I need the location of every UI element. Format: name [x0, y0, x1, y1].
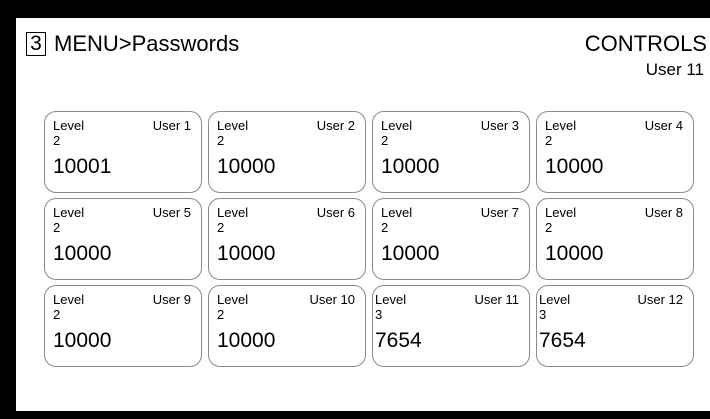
level-value: 2 [53, 220, 61, 235]
user-label: User 6 [316, 205, 355, 220]
user-password-grid: Level 2 User 1 10001 Level 2 User 2 1000… [44, 111, 694, 367]
user-label: User 2 [316, 118, 355, 133]
user-card-6[interactable]: Level 2 User 6 10000 [208, 198, 366, 280]
level-value: 2 [381, 220, 389, 235]
password-value: 7654 [539, 329, 586, 352]
level-value: 2 [217, 220, 225, 235]
user-card-9[interactable]: Level 2 User 9 10000 [44, 285, 202, 367]
controls-label: CONTROLS [584, 31, 707, 56]
password-value: 10001 [53, 155, 112, 178]
level-label: Level [217, 292, 249, 307]
current-user-label: User 11 [645, 60, 704, 79]
level-label: Level [217, 205, 249, 220]
password-value: 10000 [53, 242, 112, 265]
level-label: Level [53, 118, 85, 133]
user-card-11[interactable]: Level 3 User 11 7654 [372, 285, 530, 367]
user-card-12[interactable]: Level 3 User 12 7654 [536, 285, 694, 367]
level-label: Level [375, 292, 407, 307]
passwords-screen: 3 MENU>Passwords CONTROLS User 11 Level … [16, 18, 710, 411]
password-value: 10000 [53, 329, 112, 352]
user-card-10[interactable]: Level 2 User 10 10000 [208, 285, 366, 367]
password-value: 10000 [381, 242, 440, 265]
password-value: 10000 [217, 242, 276, 265]
user-label: User 7 [480, 205, 519, 220]
level-value: 2 [545, 220, 553, 235]
password-value: 10000 [217, 155, 276, 178]
level-value: 2 [217, 307, 225, 322]
user-card-1[interactable]: Level 2 User 1 10001 [44, 111, 202, 193]
level-label: Level [53, 292, 85, 307]
user-card-5[interactable]: Level 2 User 5 10000 [44, 198, 202, 280]
level-value: 3 [539, 307, 547, 322]
level-label: Level [381, 118, 413, 133]
password-value: 10000 [381, 155, 440, 178]
user-label: User 9 [152, 292, 191, 307]
password-value: 10000 [217, 329, 276, 352]
user-label: User 5 [152, 205, 191, 220]
level-label: Level [545, 205, 577, 220]
level-value: 2 [53, 307, 61, 322]
level-label: Level [381, 205, 413, 220]
user-label: User 4 [644, 118, 683, 133]
user-label: User 3 [480, 118, 519, 133]
level-value: 3 [375, 307, 383, 322]
user-card-7[interactable]: Level 2 User 7 10000 [372, 198, 530, 280]
password-value: 7654 [375, 329, 422, 352]
level-value: 2 [53, 133, 61, 148]
user-label: User 1 [152, 118, 191, 133]
user-label: User 10 [309, 292, 355, 307]
level-label: Level [217, 118, 249, 133]
user-card-2[interactable]: Level 2 User 2 10000 [208, 111, 366, 193]
password-value: 10000 [545, 242, 604, 265]
password-value: 10000 [545, 155, 604, 178]
user-label: User 8 [644, 205, 683, 220]
user-card-8[interactable]: Level 2 User 8 10000 [536, 198, 694, 280]
user-card-3[interactable]: Level 2 User 3 10000 [372, 111, 530, 193]
level-value: 2 [381, 133, 389, 148]
page-title: MENU>Passwords [54, 31, 240, 56]
user-card-4[interactable]: Level 2 User 4 10000 [536, 111, 694, 193]
page-number[interactable]: 3 [26, 32, 46, 56]
user-label: User 12 [637, 292, 683, 307]
level-label: Level [545, 118, 577, 133]
user-label: User 11 [474, 292, 519, 307]
level-label: Level [539, 292, 571, 307]
level-label: Level [53, 205, 85, 220]
level-value: 2 [217, 133, 225, 148]
level-value: 2 [545, 133, 553, 148]
